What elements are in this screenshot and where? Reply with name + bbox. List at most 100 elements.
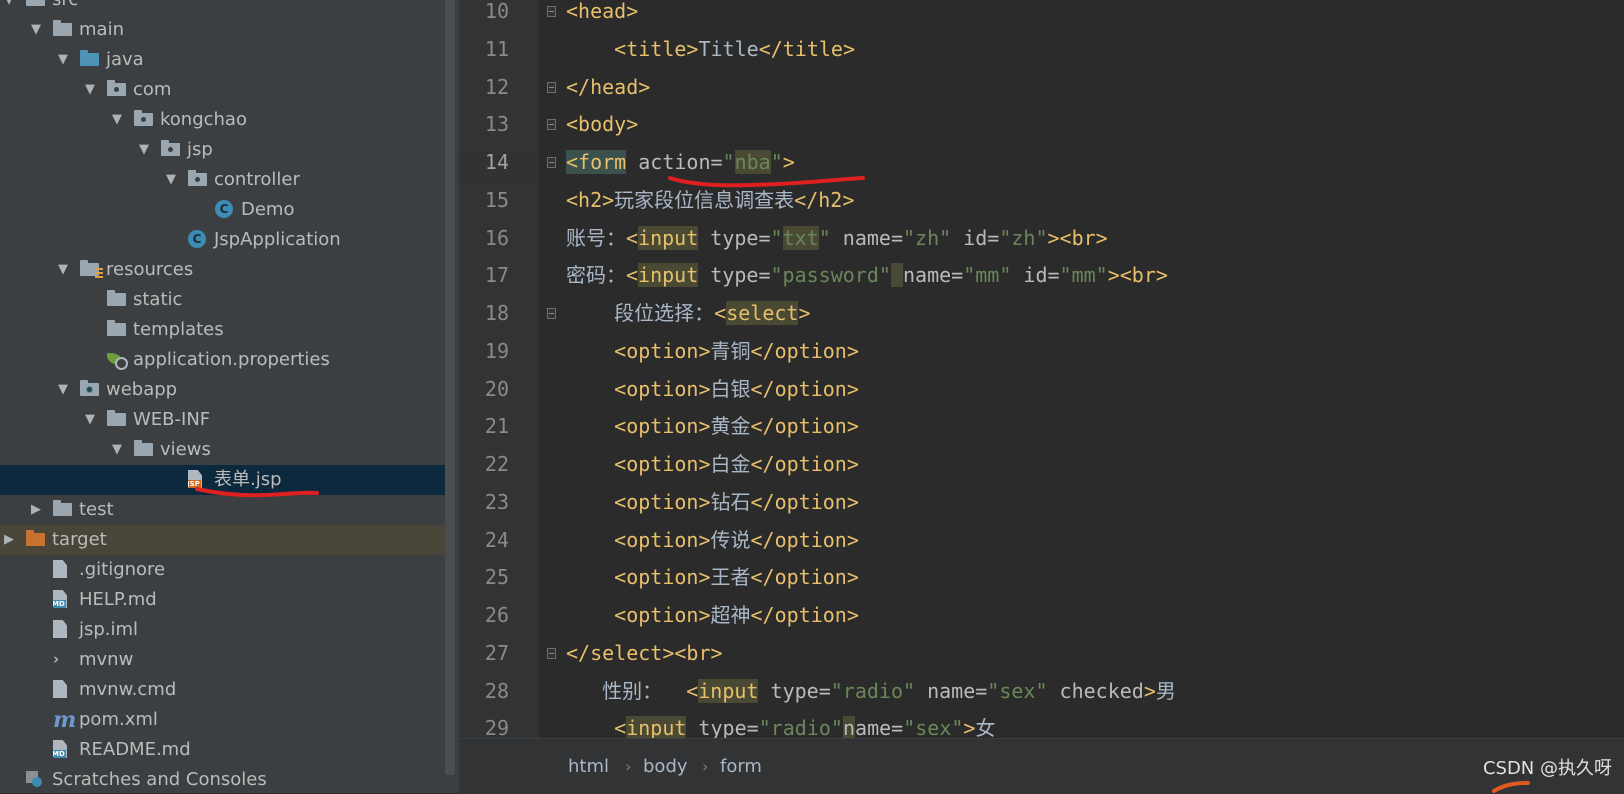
- breadcrumb-form[interactable]: form: [720, 739, 762, 794]
- line-number: 27: [484, 640, 509, 665]
- code-line[interactable]: 密码：<input type="password" name="mm" id="…: [566, 256, 1168, 294]
- package-icon: [107, 80, 126, 98]
- tree-item[interactable]: .gitignore: [0, 555, 445, 585]
- code-token: ": [818, 225, 831, 250]
- fold-marker-icon[interactable]: [547, 308, 556, 319]
- code-token: ": [722, 150, 735, 174]
- code-line[interactable]: </select><br>: [566, 634, 723, 672]
- fold-marker-icon[interactable]: [547, 157, 556, 168]
- code-token: "password": [770, 263, 891, 288]
- code-token: nba: [734, 150, 771, 174]
- code-line[interactable]: <option>白金</option>: [566, 445, 859, 483]
- tree-item[interactable]: ▼ WEB-INF: [0, 405, 445, 435]
- fold-marker-icon[interactable]: [547, 81, 556, 93]
- expand-arrow-icon[interactable]: ▼: [108, 105, 126, 135]
- fold-marker-icon[interactable]: [547, 6, 556, 17]
- tree-item[interactable]: ▼ com: [0, 75, 445, 105]
- code-line[interactable]: <title>Title</title>: [566, 30, 855, 68]
- tree-item[interactable]: ▼ resources: [0, 255, 445, 285]
- expand-arrow-icon[interactable]: ▼: [108, 435, 126, 465]
- collapse-arrow-icon[interactable]: ▶: [0, 525, 18, 555]
- expand-arrow-icon[interactable]: ▼: [0, 0, 18, 15]
- line-number: 28: [484, 678, 509, 703]
- code-line[interactable]: 性别： <input type="radio" name="sex" check…: [566, 672, 1176, 710]
- tree-item[interactable]: ▼ jsp: [0, 135, 445, 165]
- tree-item[interactable]: ▼ kongchao: [0, 105, 445, 135]
- code-line[interactable]: <option>超神</option>: [566, 596, 859, 634]
- code-token: 白银: [710, 376, 751, 401]
- code-token: <form: [566, 150, 627, 174]
- tree-item[interactable]: ▼ controller: [0, 165, 445, 195]
- expand-arrow-icon[interactable]: ▼: [54, 255, 72, 285]
- code-line[interactable]: <option>传说</option>: [566, 521, 859, 559]
- breadcrumb-html[interactable]: html: [568, 739, 609, 794]
- code-line[interactable]: <option>白银</option>: [566, 370, 859, 408]
- tree-item[interactable]: ▶ target: [0, 525, 445, 555]
- expand-arrow-icon[interactable]: ▼: [81, 405, 99, 435]
- tree-item[interactable]: ▼ java: [0, 45, 445, 75]
- tree-item[interactable]: ▼ src: [0, 0, 445, 15]
- collapse-arrow-icon[interactable]: ▶: [27, 495, 45, 525]
- code-line[interactable]: </head>: [566, 68, 650, 106]
- code-line[interactable]: <h2>玩家段位信息调查表</h2>: [566, 181, 854, 219]
- expand-arrow-icon[interactable]: ▼: [135, 135, 153, 165]
- iml-file-icon: [53, 620, 71, 638]
- code-line[interactable]: <option>钻石</option>: [566, 483, 859, 521]
- code-token: 玩家段位信息调查表: [614, 187, 795, 212]
- tree-item[interactable]: Scratches and Consoles: [0, 765, 445, 793]
- code-line[interactable]: 账号：<input type="txt" name="zh" id="zh"><…: [566, 219, 1108, 257]
- line-number: 14: [484, 150, 509, 174]
- code-token: [890, 263, 903, 288]
- code-line[interactable]: <body>: [566, 105, 638, 143]
- code-token: <: [714, 301, 727, 325]
- tree-item[interactable]: application.properties: [0, 345, 445, 375]
- tree-item[interactable]: MD HELP.md: [0, 585, 445, 615]
- code-token: <option>: [614, 527, 711, 552]
- tree-item[interactable]: m pom.xml: [0, 705, 445, 735]
- code-token: txt: [782, 225, 819, 250]
- expand-arrow-icon[interactable]: ▼: [27, 15, 45, 45]
- tree-item[interactable]: ▼ main: [0, 15, 445, 45]
- breadcrumb-body[interactable]: body: [643, 739, 688, 794]
- expand-arrow-icon[interactable]: ▼: [54, 375, 72, 405]
- code-token: 超神: [710, 603, 751, 627]
- tree-item[interactable]: C Demo: [0, 195, 445, 225]
- fold-marker-icon[interactable]: [547, 647, 556, 659]
- code-line[interactable]: <head>: [566, 0, 638, 30]
- code-token: 王者: [710, 565, 751, 590]
- tree-item[interactable]: mvnw.cmd: [0, 675, 445, 705]
- fold-marker-icon[interactable]: [547, 119, 556, 131]
- breadcrumb: html › body › form CSDN @执久呀: [459, 738, 1624, 794]
- line-number: 23: [484, 489, 509, 514]
- code-line[interactable]: <form action="nba">: [566, 143, 795, 181]
- tree-item[interactable]: › mvnw: [0, 645, 445, 675]
- code-token: "zh": [902, 225, 952, 250]
- code-line[interactable]: <option>黄金</option>: [566, 407, 859, 445]
- tree-item[interactable]: ▼ views: [0, 435, 445, 465]
- code-token: <: [614, 716, 627, 741]
- tree-item[interactable]: ▼ webapp: [0, 375, 445, 405]
- code-line[interactable]: <option>青铜</option>: [566, 332, 859, 370]
- tree-item[interactable]: JSP 表单.jsp: [0, 465, 445, 495]
- code-token: "radio": [758, 716, 843, 741]
- code-token: checked: [1047, 678, 1144, 703]
- code-token: </option>: [750, 489, 859, 514]
- code-token: <option>: [614, 376, 711, 401]
- tree-item[interactable]: C JspApplication: [0, 225, 445, 255]
- expand-arrow-icon[interactable]: ▼: [54, 45, 72, 75]
- tree-item[interactable]: jsp.iml: [0, 615, 445, 645]
- code-line[interactable]: <option>王者</option>: [566, 558, 859, 596]
- code-token: select: [726, 301, 799, 325]
- code-token: Title: [698, 36, 759, 61]
- tree-item[interactable]: ▶ test: [0, 495, 445, 525]
- gitignore-file-icon: [53, 560, 71, 578]
- tree-item[interactable]: templates: [0, 315, 445, 345]
- tree-item[interactable]: MD README.md: [0, 735, 445, 765]
- expand-arrow-icon[interactable]: ▼: [81, 75, 99, 105]
- tree-scrollbar[interactable]: [445, 0, 455, 775]
- code-token: </option>: [750, 376, 859, 401]
- tree-item[interactable]: static: [0, 285, 445, 315]
- expand-arrow-icon[interactable]: ▼: [162, 165, 180, 195]
- code-line[interactable]: 段位选择：<select>: [566, 294, 811, 332]
